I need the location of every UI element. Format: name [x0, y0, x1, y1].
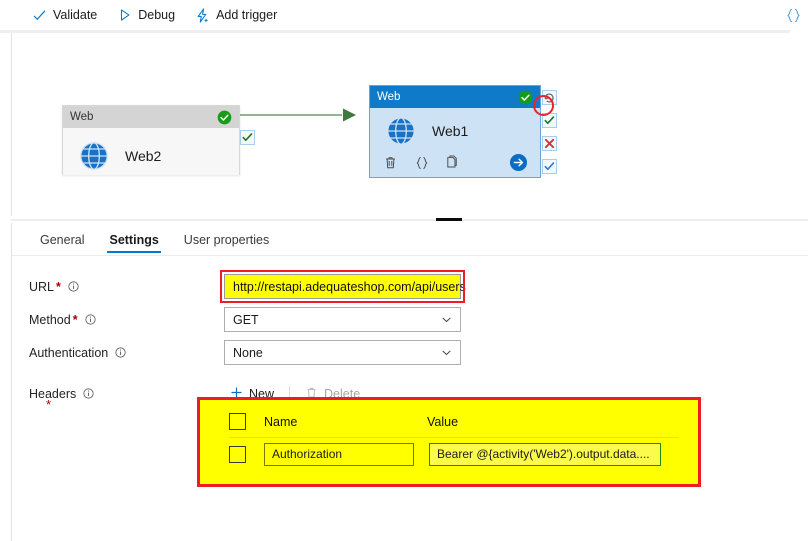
- panel-splitter[interactable]: [11, 216, 808, 223]
- validate-label: Validate: [53, 8, 98, 22]
- trash-icon[interactable]: [382, 154, 399, 171]
- url-input[interactable]: http://restapi.adequateshop.com/api/user…: [224, 274, 466, 299]
- tab-settings[interactable]: Settings: [98, 227, 169, 255]
- output-port-success-web2[interactable]: [240, 130, 255, 145]
- splitter-grip[interactable]: [436, 218, 462, 221]
- headers-required-asterisk: *: [46, 397, 52, 412]
- add-trigger-label: Add trigger: [216, 8, 278, 22]
- headers-table: Name Value Authorization Bearer @{activi…: [229, 406, 679, 470]
- activity-node-web1[interactable]: Web Web1: [369, 85, 541, 178]
- column-header-value: Value: [427, 414, 459, 429]
- checkmark-icon: [32, 8, 47, 23]
- field-row-method: Method * GET: [12, 303, 808, 336]
- field-row-authentication: Authentication None: [12, 336, 808, 369]
- method-label: Method *: [12, 313, 224, 327]
- node-body: Web1: [370, 108, 540, 148]
- output-port-failure-web1[interactable]: [542, 136, 557, 151]
- pipeline-canvas[interactable]: Web Web2 Web Web1: [11, 33, 808, 216]
- method-select[interactable]: GET: [224, 307, 461, 332]
- headers-table-highlight: Name Value Authorization Bearer @{activi…: [197, 397, 701, 487]
- code-braces-icon[interactable]: [413, 154, 430, 171]
- green-check-badge: [217, 110, 232, 125]
- header-name-input[interactable]: Authorization: [264, 442, 414, 466]
- debug-button[interactable]: Debug: [107, 0, 185, 30]
- splitter-track: [11, 219, 808, 221]
- chevron-down-icon: [441, 314, 452, 325]
- node-type-label: Web: [377, 91, 401, 103]
- row-checkbox[interactable]: [229, 445, 246, 463]
- settings-form: URL * http://restapi.adequateshop.com/api…: [12, 256, 808, 412]
- activity-node-web2[interactable]: Web Web2: [62, 105, 240, 175]
- tab-user-properties[interactable]: User properties: [173, 227, 280, 255]
- url-label: URL *: [12, 280, 224, 294]
- validate-button[interactable]: Validate: [22, 0, 107, 30]
- headers-table-header-row: Name Value: [229, 406, 679, 438]
- header-value-input[interactable]: Bearer @{activity('Web2').output.data...…: [429, 442, 661, 466]
- web-globe-icon: [384, 114, 418, 148]
- tab-general[interactable]: General: [29, 227, 95, 255]
- headers-label: Headers *: [12, 387, 224, 412]
- info-icon[interactable]: [68, 280, 79, 292]
- debug-label: Debug: [138, 8, 176, 22]
- required-asterisk: *: [56, 279, 61, 294]
- method-label-text: Method: [29, 312, 71, 327]
- tab-settings-label: Settings: [109, 233, 159, 247]
- field-row-url: URL * http://restapi.adequateshop.com/api…: [12, 270, 808, 303]
- node-action-bar: [370, 148, 540, 177]
- tab-general-label: General: [40, 233, 85, 247]
- add-trigger-button[interactable]: Add trigger: [185, 0, 287, 30]
- authentication-select-value: None: [233, 345, 263, 360]
- play-triangle-icon: [117, 8, 132, 23]
- adf-pipeline-editor: Validate Debug Add trigger Web Web2 Web …: [0, 0, 808, 541]
- url-label-text: URL: [29, 279, 55, 294]
- node-header: Web: [370, 86, 540, 108]
- header-name-value: Authorization: [272, 447, 343, 461]
- node-type-label: Web: [70, 111, 94, 123]
- node-body: Web2: [63, 128, 239, 175]
- red-circle-highlight: [533, 95, 554, 116]
- authentication-label-text: Authentication: [29, 345, 109, 360]
- run-arrow-icon[interactable]: [509, 153, 528, 172]
- properties-tablist: General Settings User properties: [12, 223, 808, 255]
- url-input-wrapper: http://restapi.adequateshop.com/api/user…: [220, 270, 466, 303]
- tab-user-properties-label: User properties: [183, 233, 270, 247]
- info-icon[interactable]: [85, 313, 96, 325]
- code-braces-icon[interactable]: [780, 4, 806, 26]
- node-name-label: Web1: [432, 123, 469, 139]
- pipeline-command-bar: Validate Debug Add trigger: [0, 0, 808, 30]
- url-input-value: http://restapi.adequateshop.com/api/user…: [233, 279, 466, 294]
- node-name-label: Web2: [125, 147, 162, 164]
- column-header-name: Name: [264, 414, 298, 429]
- required-asterisk: *: [72, 312, 78, 327]
- output-port-completion-web1[interactable]: [542, 159, 557, 174]
- table-row: Authorization Bearer @{activity('Web2').…: [229, 438, 679, 470]
- header-value-value: Bearer @{activity('Web2').output.data...…: [437, 447, 650, 461]
- lightning-bolt-icon: [195, 7, 210, 23]
- node-header: Web: [63, 106, 239, 128]
- info-icon[interactable]: [83, 388, 94, 399]
- authentication-label: Authentication: [12, 346, 224, 360]
- green-check-badge: [518, 90, 533, 105]
- activity-properties-panel: General Settings User properties URL * h…: [11, 223, 808, 541]
- web-globe-icon: [77, 139, 111, 173]
- chevron-down-icon: [441, 347, 452, 358]
- authentication-select[interactable]: None: [224, 340, 461, 365]
- select-all-checkbox[interactable]: [229, 413, 246, 430]
- copy-icon[interactable]: [444, 154, 461, 171]
- info-icon[interactable]: [115, 346, 126, 358]
- headers-label-text: Headers: [29, 387, 77, 401]
- method-select-value: GET: [233, 312, 259, 327]
